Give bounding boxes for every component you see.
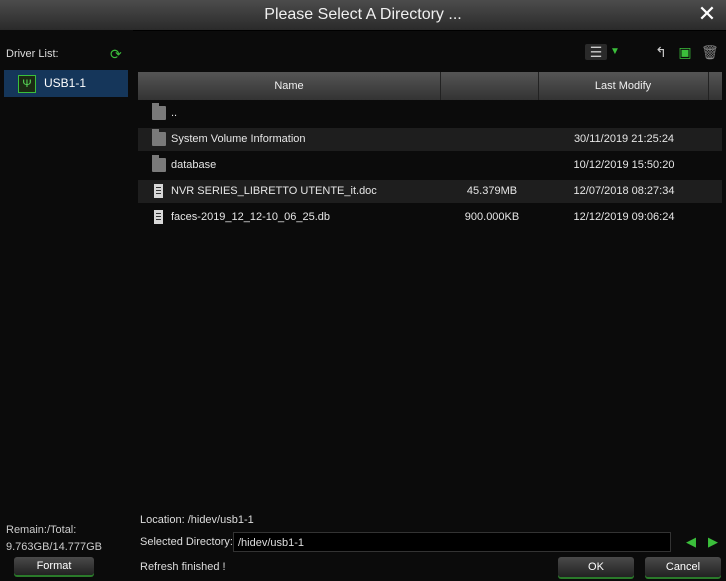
- row-name: faces-2019_12_12-10_06_25.db: [171, 211, 331, 223]
- folder-icon: [152, 103, 166, 120]
- trash-icon[interactable]: 🗑: [701, 44, 719, 60]
- row-date: 30/11/2019 21:25:24: [573, 133, 675, 145]
- toolbar: ☰ ▼ ↰ ▣ 🗑: [133, 30, 726, 70]
- driver-list-label: Driver List:: [6, 48, 59, 60]
- status-text: Refresh finished !: [140, 561, 226, 573]
- list-view-icon[interactable]: ☰: [585, 44, 607, 60]
- file-icon: [154, 184, 163, 198]
- chevron-down-icon[interactable]: ▼: [609, 44, 621, 60]
- table-row[interactable]: faces-2019_12_12-10_06_25.db 900.000KB 1…: [138, 206, 722, 229]
- row-name: database: [171, 159, 217, 171]
- driver-panel: Driver List: ⟳ Ψ USB1-1 Remain:/Total: 9…: [0, 30, 133, 581]
- row-date: 12/12/2019 09:06:24: [573, 211, 675, 223]
- column-header-name[interactable]: Name: [138, 72, 441, 100]
- folder-icon: [152, 155, 166, 172]
- arrow-left-icon[interactable]: ◀: [684, 534, 698, 550]
- drive-label: USB1-1: [44, 76, 87, 90]
- row-date: 12/07/2018 08:27:34: [573, 185, 675, 197]
- row-size: 45.379MB: [466, 185, 518, 197]
- table-row[interactable]: System Volume Information 30/11/2019 21:…: [138, 128, 722, 151]
- table-row[interactable]: NVR SERIES_LIBRETTO UTENTE_it.doc 45.379…: [138, 180, 722, 203]
- selected-directory-field[interactable]: /hidev/usb1-1: [233, 532, 671, 552]
- remain-label: Remain:/Total:: [6, 524, 77, 536]
- file-icon: [154, 210, 163, 224]
- new-folder-icon[interactable]: ▣: [677, 44, 693, 60]
- folder-icon: [152, 129, 166, 146]
- row-name: NVR SERIES_LIBRETTO UTENTE_it.doc: [171, 185, 377, 197]
- select-directory-dialog: Please Select A Directory ... ✕ Driver L…: [0, 0, 726, 581]
- column-header-last-modify[interactable]: Last Modify: [538, 72, 709, 100]
- cancel-button[interactable]: Cancel: [645, 557, 721, 577]
- arrow-right-icon[interactable]: ▶: [706, 534, 720, 550]
- row-name: ..: [171, 107, 178, 119]
- back-icon[interactable]: ↰: [653, 44, 669, 60]
- location-text: Location: /hidev/usb1-1: [140, 514, 254, 526]
- table-row[interactable]: database 10/12/2019 15:50:20: [138, 154, 722, 177]
- remain-value: 9.763GB/14.777GB: [6, 541, 103, 553]
- title-bar: Please Select A Directory ... ✕: [0, 0, 726, 31]
- row-date: 10/12/2019 15:50:20: [573, 159, 675, 171]
- ok-button[interactable]: OK: [558, 557, 634, 577]
- row-name: System Volume Information: [171, 133, 306, 145]
- table-header: Name Last Modify: [138, 72, 722, 100]
- close-icon[interactable]: ✕: [696, 3, 718, 25]
- usb-icon: Ψ: [18, 75, 36, 93]
- file-table: Name Last Modify .. System Volume Inform…: [138, 72, 722, 502]
- selected-directory-label: Selected Directory:: [140, 536, 233, 548]
- refresh-icon[interactable]: ⟳: [110, 47, 124, 61]
- table-row[interactable]: ..: [138, 102, 722, 125]
- format-button[interactable]: Format: [14, 557, 94, 575]
- drive-item-usb1-1[interactable]: Ψ USB1-1: [4, 70, 128, 97]
- column-header-size[interactable]: [440, 72, 539, 100]
- row-size: 900.000KB: [464, 211, 520, 223]
- dialog-title: Please Select A Directory ...: [264, 6, 462, 23]
